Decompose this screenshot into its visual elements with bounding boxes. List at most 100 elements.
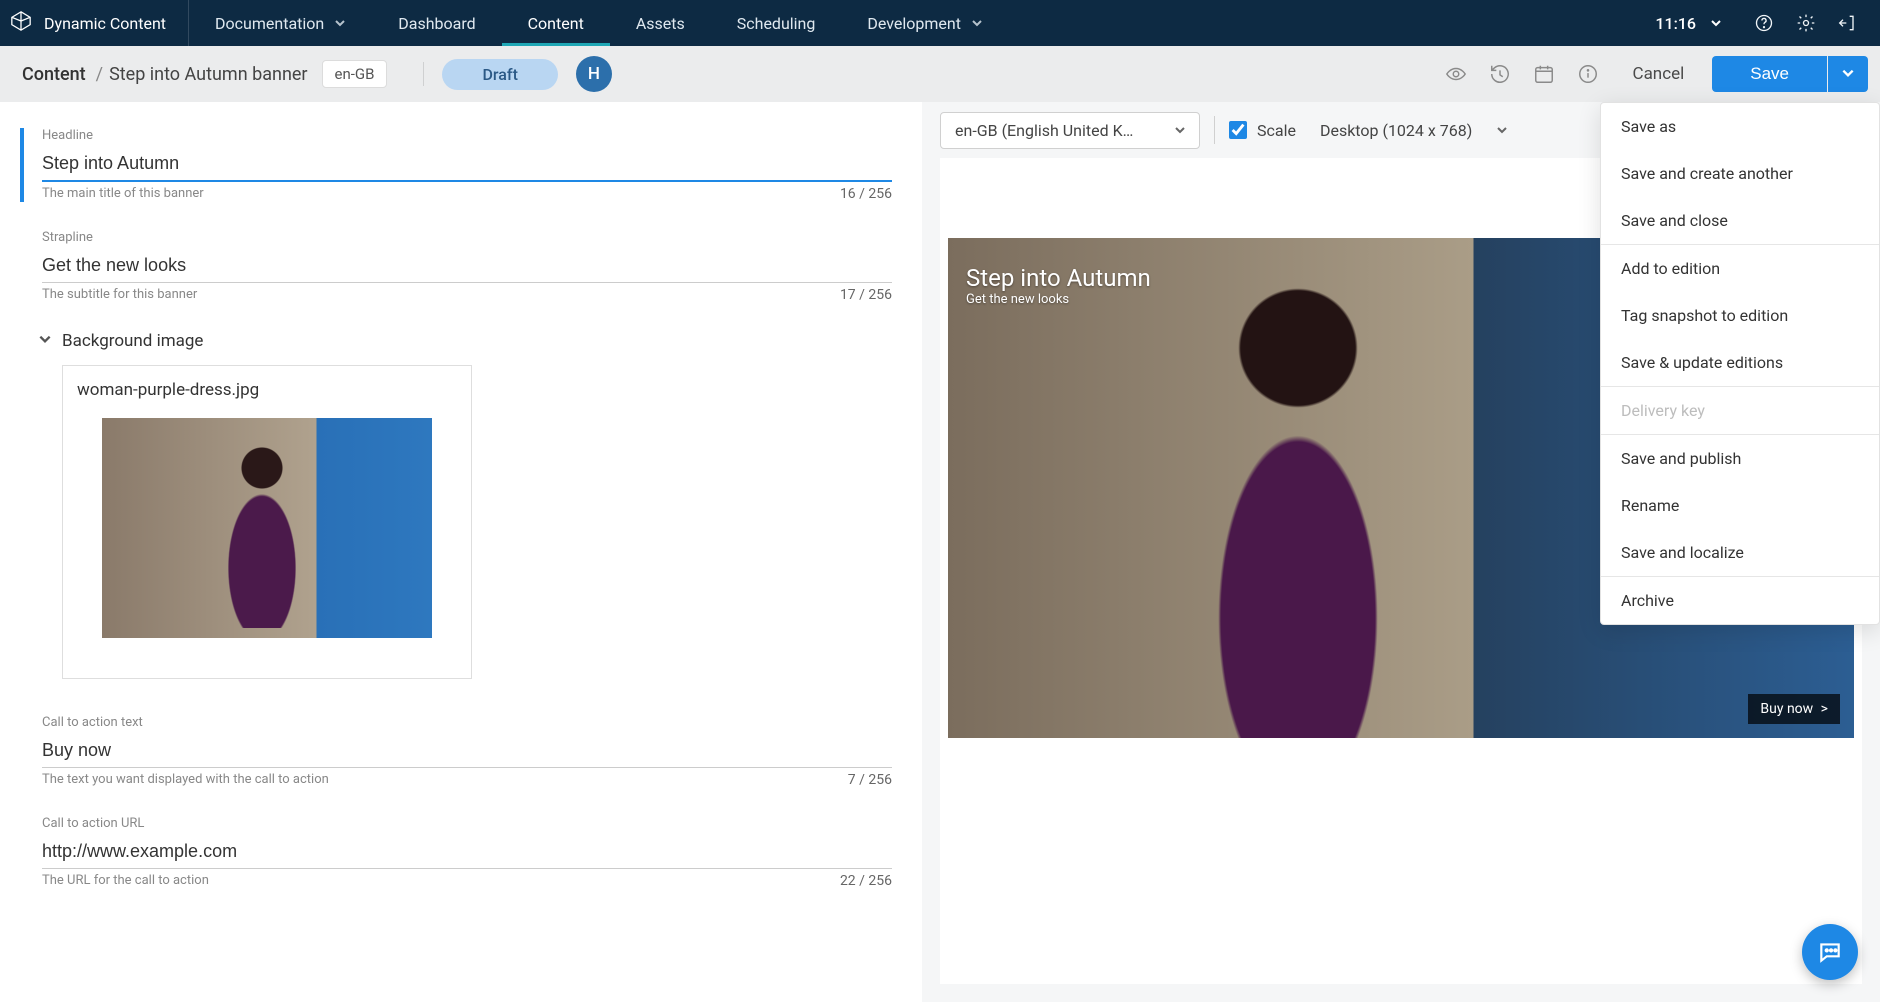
nav-documentation[interactable]: Documentation	[189, 0, 372, 46]
menu-delivery-key: Delivery key	[1601, 387, 1879, 434]
chevron-down-icon	[38, 331, 52, 351]
save-dropdown-toggle[interactable]	[1828, 56, 1868, 92]
save-button[interactable]: Save	[1712, 56, 1827, 92]
locale-chip[interactable]: en-GB	[322, 60, 388, 88]
nav-label: Dashboard	[398, 14, 475, 33]
field-counter: 7 / 256	[848, 772, 892, 788]
nav-label: Documentation	[215, 14, 324, 33]
breadcrumb-leaf: Step into Autumn banner	[109, 64, 307, 85]
menu-save-close[interactable]: Save and close	[1601, 197, 1879, 244]
field-label: Strapline	[42, 230, 892, 245]
banner-cta[interactable]: Buy now >	[1748, 694, 1840, 724]
top-nav: Documentation Dashboard Content Assets S…	[189, 0, 1009, 46]
arrow-right-icon: >	[1821, 701, 1828, 717]
avatar[interactable]: H	[576, 56, 612, 92]
logout-icon[interactable]	[1830, 5, 1866, 41]
banner-cta-text: Buy now	[1760, 701, 1813, 717]
field-helper: The URL for the call to action	[42, 873, 209, 889]
field-label: Headline	[42, 128, 892, 143]
field-label: Call to action URL	[42, 816, 892, 831]
chevron-down-icon	[1841, 66, 1855, 83]
cta-url-input[interactable]	[42, 835, 892, 869]
chevron-down-icon	[971, 14, 983, 33]
menu-archive[interactable]: Archive	[1601, 577, 1879, 624]
device-value: Desktop (1024 x 768)	[1320, 121, 1472, 140]
menu-save-localize[interactable]: Save and localize	[1601, 529, 1879, 576]
brand: Dynamic Content	[0, 0, 189, 46]
field-counter: 16 / 256	[840, 186, 892, 202]
chevron-down-icon	[1710, 14, 1722, 33]
chat-icon[interactable]	[1802, 924, 1858, 980]
gear-icon[interactable]	[1788, 5, 1824, 41]
language-dropdown[interactable]: en-GB (English United Kin...	[940, 112, 1200, 149]
breadcrumb-root[interactable]: Content	[22, 64, 86, 85]
nav-content[interactable]: Content	[502, 0, 610, 46]
banner-headline: Step into Autumn	[966, 264, 1151, 292]
chevron-down-icon	[1174, 121, 1185, 140]
brand-name: Dynamic Content	[44, 14, 166, 33]
scale-label: Scale	[1257, 121, 1296, 140]
nav-development[interactable]: Development	[841, 0, 1009, 46]
nav-label: Content	[528, 14, 584, 33]
banner-strapline: Get the new looks	[966, 292, 1151, 307]
breadcrumb-separator: /	[96, 64, 103, 85]
nav-label: Assets	[636, 14, 685, 33]
clock-dropdown[interactable]: 11:16	[1637, 14, 1740, 33]
top-navbar: Dynamic Content Documentation Dashboard …	[0, 0, 1880, 46]
menu-add-to-edition[interactable]: Add to edition	[1601, 245, 1879, 292]
field-helper: The subtitle for this banner	[42, 287, 197, 303]
chevron-down-icon	[1496, 121, 1508, 140]
background-image-section-toggle[interactable]: Background image	[38, 331, 892, 351]
form-panel: Headline The main title of this banner 1…	[0, 102, 922, 1002]
menu-save-as[interactable]: Save as	[1601, 103, 1879, 150]
section-label: Background image	[62, 331, 203, 351]
chevron-down-icon	[334, 14, 346, 33]
image-thumbnail	[102, 418, 432, 638]
top-right-controls: 11:16	[1637, 0, 1880, 46]
history-icon[interactable]	[1483, 57, 1517, 91]
field-headline: Headline The main title of this banner 1…	[20, 128, 892, 202]
save-menu: Save as Save and create another Save and…	[1600, 102, 1880, 625]
field-counter: 17 / 256	[840, 287, 892, 303]
background-image-card[interactable]: woman-purple-dress.jpg	[62, 365, 472, 679]
cancel-button[interactable]: Cancel	[1605, 64, 1713, 84]
scale-checkbox[interactable]: Scale	[1229, 121, 1296, 140]
menu-tag-snapshot[interactable]: Tag snapshot to edition	[1601, 292, 1879, 339]
info-icon[interactable]	[1571, 57, 1605, 91]
menu-save-publish[interactable]: Save and publish	[1601, 435, 1879, 482]
field-label: Call to action text	[42, 715, 892, 730]
cta-text-input[interactable]	[42, 734, 892, 768]
menu-save-create-another[interactable]: Save and create another	[1601, 150, 1879, 197]
brand-logo-icon	[10, 10, 32, 36]
field-counter: 22 / 256	[840, 873, 892, 889]
clock-time: 11:16	[1655, 14, 1696, 33]
menu-rename[interactable]: Rename	[1601, 482, 1879, 529]
field-helper: The text you want displayed with the cal…	[42, 772, 329, 788]
field-cta-text: Call to action text The text you want di…	[20, 715, 892, 788]
main-content: Headline The main title of this banner 1…	[0, 102, 1880, 1002]
nav-label: Development	[867, 14, 961, 33]
field-strapline: Strapline The subtitle for this banner 1…	[20, 230, 892, 303]
vertical-separator	[423, 62, 424, 86]
language-value: en-GB (English United Kin...	[955, 121, 1134, 140]
headline-input[interactable]	[42, 147, 892, 182]
nav-scheduling[interactable]: Scheduling	[711, 0, 842, 46]
sub-tools	[1439, 57, 1605, 91]
preview-icon[interactable]	[1439, 57, 1473, 91]
nav-label: Scheduling	[737, 14, 816, 33]
vertical-separator	[1214, 116, 1215, 144]
save-button-group: Save	[1712, 56, 1868, 92]
strapline-input[interactable]	[42, 249, 892, 283]
help-icon[interactable]	[1746, 5, 1782, 41]
nav-assets[interactable]: Assets	[610, 0, 711, 46]
device-dropdown[interactable]: Desktop (1024 x 768)	[1310, 113, 1518, 148]
field-helper: The main title of this banner	[42, 186, 204, 202]
calendar-icon[interactable]	[1527, 57, 1561, 91]
nav-dashboard[interactable]: Dashboard	[372, 0, 501, 46]
field-cta-url: Call to action URL The URL for the call …	[20, 816, 892, 889]
image-filename: woman-purple-dress.jpg	[77, 380, 457, 400]
sub-header: Content / Step into Autumn banner en-GB …	[0, 46, 1880, 102]
scale-checkbox-input[interactable]	[1229, 121, 1247, 139]
menu-save-update-editions[interactable]: Save & update editions	[1601, 339, 1879, 386]
status-chip: Draft	[442, 59, 557, 90]
